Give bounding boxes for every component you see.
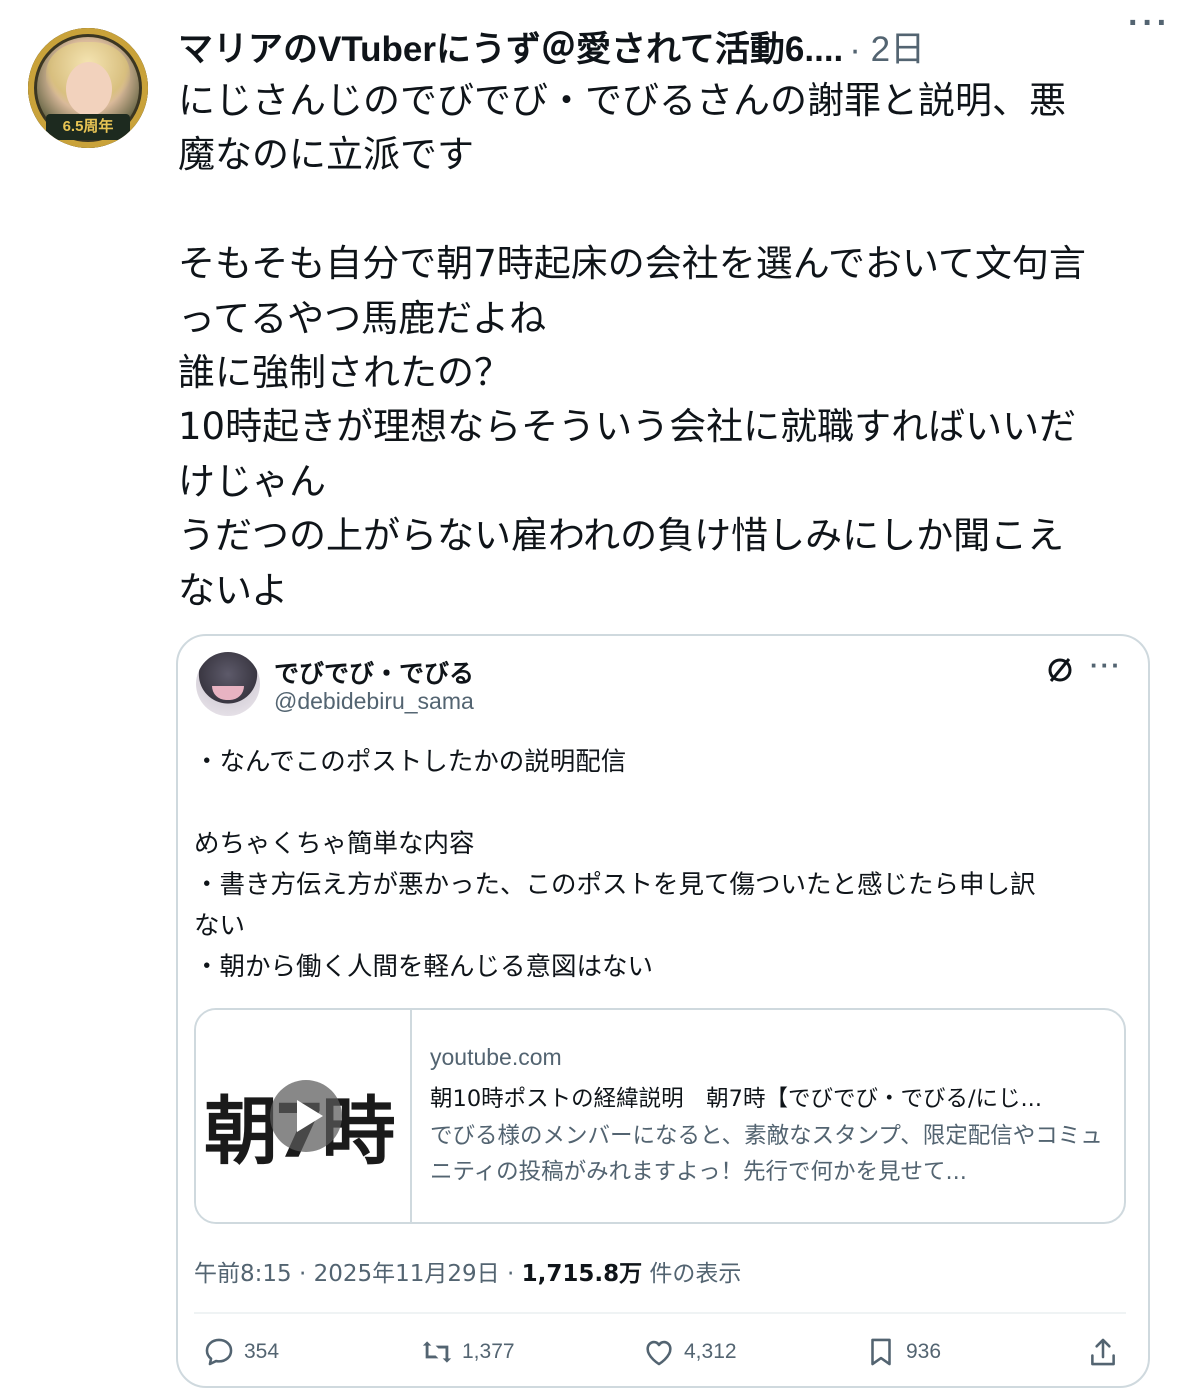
bookmark-icon (871, 1338, 891, 1366)
author-avatar[interactable]: 6.5周年 (28, 28, 148, 148)
quoted-author-avatar[interactable] (196, 652, 260, 716)
divider (194, 1312, 1126, 1314)
text-line: 誰に強制されたの？ (178, 351, 511, 395)
link-card-info: youtube.com 朝10時ポストの経緯説明 朝7時【でびでび・でびる/にじ… (430, 1044, 1110, 1190)
quoted-author-handle[interactable]: @debidebiru_sama (274, 688, 474, 715)
text-line: ない (194, 911, 246, 941)
text-line: ・なんでこのポストしたかの説明配信 (194, 747, 627, 777)
avatar-mouth (212, 686, 244, 700)
play-icon[interactable] (270, 1080, 342, 1152)
text-line: めちゃくちゃ簡単な内容 (194, 829, 475, 859)
text-line: ・朝から働く人間を軽んじる意図はない (194, 952, 654, 982)
bookmark-count: 936 (906, 1340, 942, 1363)
link-title: 朝10時ポストの経緯説明 朝7時【でびでび・でびる/にじ... (430, 1086, 1042, 1112)
text-line: うだつの上がらない雇われの負け惜しみにしか聞こえ (178, 514, 1065, 558)
like-count: 4,312 (684, 1340, 737, 1363)
text-line: 10時起きが理想ならそういう会社に就職すればいいだ (178, 405, 1077, 449)
share-button[interactable] (1086, 1326, 1128, 1378)
like-icon (646, 1340, 672, 1366)
timestamp-text[interactable]: 午前8:15 · 2025年11月29日 · (194, 1261, 522, 1287)
view-label: 件の表示 (642, 1261, 742, 1287)
author-display-name[interactable]: マリアのVTuberにうず＠愛されて活動6.... (178, 21, 843, 72)
avatar-badge: 6.5周年 (46, 114, 130, 140)
tweet-header: マリアのVTuberにうず＠愛されて活動6.... · 2日 (178, 22, 1159, 70)
tweet-text: にじさんじのでびでび・でびるさんの謝罪と説明、悪 魔なのに立派ですそもそも自分で朝… (178, 74, 1153, 618)
link-description: でびる様のメンバーになると、素敵なスタンプ、限定配信やコミュニティの投稿がみれま… (430, 1123, 1103, 1185)
link-thumbnail: 朝7時 (196, 1010, 412, 1222)
text-line: ってるやつ馬鹿だよね (178, 296, 547, 340)
quoted-text: ・なんでこのポストしたかの説明配信 めちゃくちゃ簡単な内容・書き方伝え方が悪かった… (194, 742, 1134, 988)
quoted-timestamp: 午前8:15 · 2025年11月29日 · 1,715.8万 件の表示 (194, 1254, 741, 1288)
share-icon (1091, 1338, 1115, 1366)
reply-button[interactable]: 354 (202, 1326, 279, 1378)
repost-count: 1,377 (462, 1340, 515, 1363)
more-icon[interactable]: ··· (1128, 4, 1171, 43)
tweet: 6.5周年 マリアのVTuberにうず＠愛されて活動6.... · 2日 ···… (0, 0, 1179, 1393)
quoted-more-icon[interactable]: ··· (1090, 650, 1122, 681)
grok-icon[interactable] (1046, 656, 1074, 684)
repost-icon (422, 1341, 452, 1363)
text-line: ・書き方伝え方が悪かった、このポストを見て傷ついたと感じたら申し訳 (194, 870, 1036, 900)
quoted-post[interactable]: でびでび・でびる @debidebiru_sama ··· ・なんでこのポストし… (176, 634, 1150, 1388)
post-time[interactable]: · 2日 (849, 21, 925, 72)
like-button[interactable]: 4,312 (642, 1326, 737, 1378)
text-line: 魔なのに立派です (178, 133, 474, 177)
link-domain: youtube.com (430, 1044, 562, 1070)
reply-count: 354 (244, 1340, 280, 1363)
repost-button[interactable]: 1,377 (420, 1326, 515, 1378)
link-card[interactable]: 朝7時 youtube.com 朝10時ポストの経緯説明 朝7時【でびでび・でび… (194, 1008, 1126, 1224)
view-count: 1,715.8万 (521, 1261, 643, 1287)
text-line: ないよ (178, 568, 289, 612)
reply-icon (205, 1338, 233, 1366)
text-line: そもそも自分で朝7時起床の会社を選んでおいて文句言 (178, 242, 1086, 286)
avatar-face (66, 62, 112, 116)
text-line: にじさんじのでびでび・でびるさんの謝罪と説明、悪 (178, 79, 1066, 122)
quoted-author-name[interactable]: でびでび・でびる (274, 654, 474, 690)
bookmark-button[interactable]: 936 (864, 1326, 941, 1378)
action-bar: 354 1,377 4,312 936 (194, 1326, 1134, 1378)
text-line: けじゃん (178, 459, 326, 503)
